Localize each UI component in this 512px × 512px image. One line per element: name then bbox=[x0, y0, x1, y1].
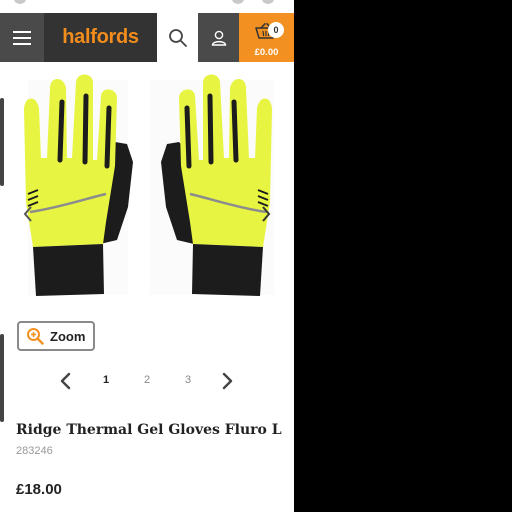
product-image-gallery[interactable] bbox=[0, 62, 294, 312]
zoom-label: Zoom bbox=[50, 328, 86, 344]
product-image bbox=[23, 74, 274, 296]
pager-page-1[interactable]: 1 bbox=[99, 374, 113, 386]
pager-page-2[interactable]: 2 bbox=[140, 374, 154, 386]
mobile-viewport: halfords 0 £0.00 Zoom 1 2 3 Ridge Therma… bbox=[0, 0, 294, 512]
product-sku: 283246 bbox=[16, 445, 53, 457]
chevron-right-icon[interactable] bbox=[222, 372, 234, 390]
product-price: £18.00 bbox=[16, 481, 62, 498]
chevron-left-icon[interactable] bbox=[59, 372, 71, 390]
hamburger-menu-icon bbox=[13, 30, 31, 45]
status-indicator bbox=[232, 0, 244, 4]
account-button[interactable] bbox=[198, 13, 239, 62]
magnifier-plus-icon bbox=[27, 328, 44, 345]
product-title: Ridge Thermal Gel Gloves Fluro L bbox=[16, 422, 282, 438]
logo-link[interactable]: halfords bbox=[44, 13, 157, 62]
halfords-logo: halfords bbox=[62, 26, 139, 48]
user-icon bbox=[211, 30, 226, 46]
basket-count-badge: 0 bbox=[268, 22, 284, 38]
gallery-side-tab bbox=[0, 98, 4, 186]
pager-page-3[interactable]: 3 bbox=[181, 374, 195, 386]
search-button[interactable] bbox=[157, 13, 198, 62]
zoom-button[interactable]: Zoom bbox=[17, 321, 95, 351]
status-indicator bbox=[262, 0, 274, 4]
image-pager: 1 2 3 bbox=[0, 366, 294, 396]
right-glove bbox=[150, 74, 274, 296]
basket-button[interactable]: 0 £0.00 bbox=[239, 13, 294, 62]
search-icon bbox=[168, 28, 187, 47]
site-header: halfords 0 £0.00 bbox=[0, 13, 294, 62]
basket-total: £0.00 bbox=[254, 47, 279, 58]
status-indicator bbox=[14, 0, 26, 4]
status-bar bbox=[0, 0, 294, 13]
menu-button[interactable] bbox=[0, 13, 44, 62]
left-glove bbox=[24, 74, 133, 296]
